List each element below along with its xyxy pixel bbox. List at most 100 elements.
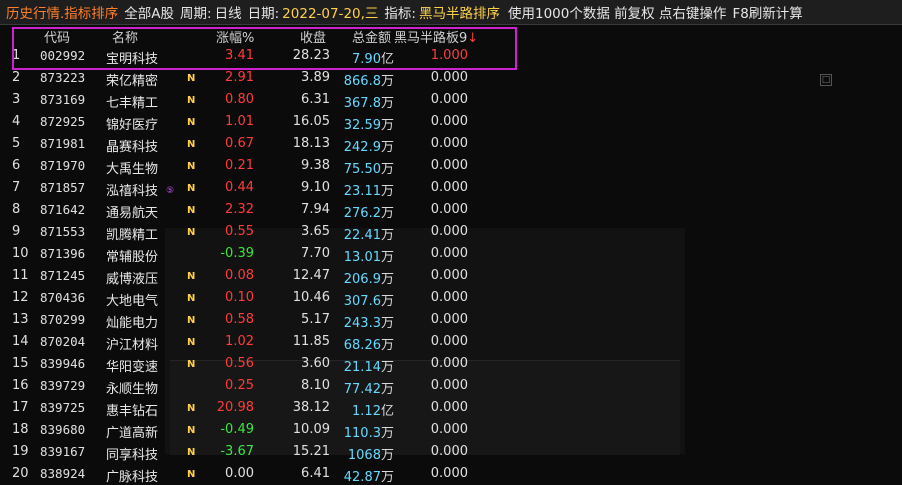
stock-code: 873223 xyxy=(40,70,86,85)
table-row[interactable]: 10 871396 常辅股份 -0.39 7.70 13.01万 0.000 xyxy=(0,243,520,265)
amount-value: 110.3 xyxy=(343,426,381,441)
stock-code: 838924 xyxy=(40,466,86,481)
row-index: 19 xyxy=(12,444,29,459)
table-row[interactable]: 13 870299 灿能电力 N 0.58 5.17 243.3万 0.000 xyxy=(0,309,520,331)
table-row[interactable]: 19 839167 同享科技 N -3.67 15.21 1068万 0.000 xyxy=(0,441,520,463)
amount-value: 75.50 xyxy=(343,162,381,177)
change-pct: 0.25 xyxy=(225,378,254,393)
table-row[interactable]: 1 002992 宝明科技 3.41 28.23 7.90亿 1.000 xyxy=(0,45,520,67)
stock-name: 大禹生物 xyxy=(106,162,159,177)
total-amount: 367.8万 xyxy=(334,92,394,111)
stock-code: 871981 xyxy=(40,136,86,151)
table-row[interactable]: 9 871553 凯腾精工 N 0.55 3.65 22.41万 0.000 xyxy=(0,221,520,243)
amount-unit: 万 xyxy=(380,338,394,353)
table-row[interactable]: 20 838924 广脉科技 N 0.00 6.41 42.87万 0.000 xyxy=(0,463,520,485)
change-pct: 2.91 xyxy=(225,70,254,85)
table-row[interactable]: 17 839725 惠丰钻石 N 20.98 38.12 1.12亿 0.000 xyxy=(0,397,520,419)
table-row[interactable]: 7 871857 泓禧科技 N 0.44 9.10 23.11万 0.000 xyxy=(0,177,520,199)
row-index: 6 xyxy=(12,158,21,173)
change-pct: 0.21 xyxy=(225,158,254,173)
amount-unit: 万 xyxy=(380,360,394,375)
stock-name: 七丰精工 xyxy=(106,96,159,111)
date-value[interactable]: 2022-07-20,三 xyxy=(282,2,378,22)
stock-name: 凯腾精工 xyxy=(106,228,159,243)
refresh-hint[interactable]: F8刷新计算 xyxy=(732,2,802,22)
header-close[interactable]: 收盘 xyxy=(300,27,326,46)
change-pct: 0.00 xyxy=(225,466,254,481)
table-row[interactable]: 14 870204 沪江材料 N 1.02 11.85 68.26万 0.000 xyxy=(0,331,520,353)
close-price: 10.09 xyxy=(292,422,330,437)
table-row[interactable]: 15 839946 华阳变速 N 0.56 3.60 21.14万 0.000 xyxy=(0,353,520,375)
change-pct: 0.67 xyxy=(225,136,254,151)
total-amount: 307.6万 xyxy=(334,290,394,309)
amount-value: 1.12 xyxy=(352,404,381,419)
header-change-pct[interactable]: 涨幅% xyxy=(216,27,254,46)
stock-code: 873169 xyxy=(40,92,86,107)
row-index: 20 xyxy=(12,466,29,481)
header-code[interactable]: 代码 xyxy=(44,27,70,46)
indicator-value: 0.000 xyxy=(430,400,468,415)
close-price: 6.41 xyxy=(301,466,330,481)
table-row[interactable]: 2 873223 荣亿精密 N 2.91 3.89 866.8万 0.000 xyxy=(0,67,520,89)
collapse-icon[interactable]: □ xyxy=(820,74,832,86)
period-value[interactable]: 日线 xyxy=(215,2,242,22)
table-row[interactable]: 3 873169 七丰精工 N 0.80 6.31 367.8万 0.000 xyxy=(0,89,520,111)
amount-unit: 万 xyxy=(380,426,394,441)
table-header: 代码 名称 涨幅% 收盘 总金额 黑马半路板9↓ xyxy=(0,25,520,46)
header-name[interactable]: 名称 xyxy=(112,27,138,46)
stock-name: 永顺生物 xyxy=(106,382,159,397)
sort-desc-icon: ↓ xyxy=(467,31,479,46)
change-pct: 0.80 xyxy=(225,92,254,107)
close-price: 3.65 xyxy=(301,224,330,239)
amount-value: 307.6 xyxy=(343,294,381,309)
close-price: 16.05 xyxy=(292,114,330,129)
stock-code: 839167 xyxy=(40,444,86,459)
amount-unit: 万 xyxy=(380,250,394,265)
amount-value: 32.59 xyxy=(343,118,381,133)
stock-code: 839725 xyxy=(40,400,86,415)
title-bar: 历史行情.指标排序 全部A股 周期: 日线 日期: 2022-07-20,三 指… xyxy=(0,0,902,25)
row-index: 17 xyxy=(12,400,29,415)
change-pct: 2.32 xyxy=(225,202,254,217)
close-price: 8.10 xyxy=(301,378,330,393)
stock-code: 002992 xyxy=(40,48,86,63)
amount-unit: 万 xyxy=(380,470,394,485)
stock-name: 锦好医疗 xyxy=(106,118,159,133)
stock-code: 870204 xyxy=(40,334,86,349)
stock-table: 1 002992 宝明科技 3.41 28.23 7.90亿 1.000 2 873223 荣亿精… xyxy=(0,45,520,485)
row-index: 18 xyxy=(12,422,29,437)
header-indicator[interactable]: 黑马半路板9↓ xyxy=(394,27,478,46)
table-row[interactable]: 12 870436 大地电气 N 0.10 10.46 307.6万 0.000 xyxy=(0,287,520,309)
table-row[interactable]: 18 839680 广道高新 N -0.49 10.09 110.3万 0.000 xyxy=(0,419,520,441)
stock-code: 839680 xyxy=(40,422,86,437)
total-amount: 1.12亿 xyxy=(334,400,394,419)
stock-name: 宝明科技 xyxy=(106,52,159,67)
change-pct: 1.01 xyxy=(225,114,254,129)
change-pct: 0.55 xyxy=(225,224,254,239)
stock-name: 惠丰钻石 xyxy=(106,404,159,419)
table-row[interactable]: 4 872925 锦好医疗 N 1.01 16.05 32.59万 0.000 xyxy=(0,111,520,133)
row-index: 14 xyxy=(12,334,29,349)
indicator-value[interactable]: 黑马半路排序 xyxy=(419,2,500,22)
total-amount: 42.87万 xyxy=(334,466,394,485)
row-index: 11 xyxy=(12,268,29,283)
amount-unit: 亿 xyxy=(380,52,394,67)
change-pct: 0.56 xyxy=(225,356,254,371)
scope-label[interactable]: 全部A股 xyxy=(124,2,174,22)
table-row[interactable]: 6 871970 大禹生物 N 0.21 9.38 75.50万 0.000 xyxy=(0,155,520,177)
amount-unit: 万 xyxy=(380,382,394,397)
row-index: 8 xyxy=(12,202,21,217)
close-price: 9.38 xyxy=(301,158,330,173)
mode-label[interactable]: 历史行情.指标排序 xyxy=(6,2,118,22)
stock-code: 871553 xyxy=(40,224,86,239)
table-row[interactable]: 8 871642 通易航天 N 2.32 7.94 276.2万 0.000 xyxy=(0,199,520,221)
indicator-value: 0.000 xyxy=(430,422,468,437)
close-price: 12.47 xyxy=(292,268,330,283)
table-row[interactable]: 16 839729 永顺生物 0.25 8.10 77.42万 0.000 xyxy=(0,375,520,397)
header-amount[interactable]: 总金额 xyxy=(352,27,391,46)
stock-code: 839946 xyxy=(40,356,86,371)
stock-name: 威博液压 xyxy=(106,272,159,287)
table-row[interactable]: 11 871245 威博液压 N 0.08 12.47 206.9万 0.000 xyxy=(0,265,520,287)
table-row[interactable]: 5 871981 晶赛科技 N 0.67 18.13 242.9万 0.000 xyxy=(0,133,520,155)
change-pct: 1.02 xyxy=(225,334,254,349)
